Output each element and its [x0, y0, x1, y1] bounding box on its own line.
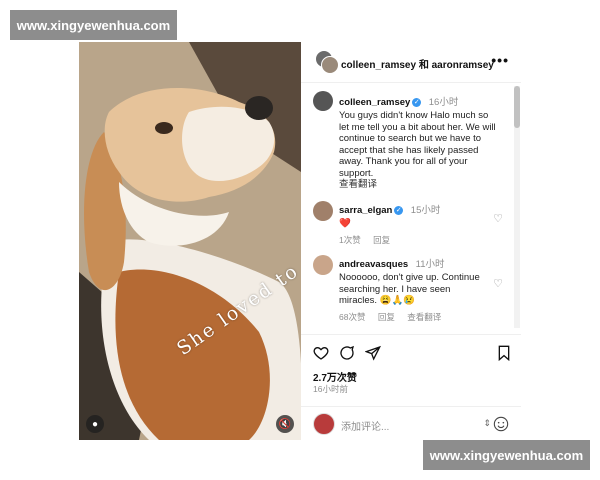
expand-toggle-icon[interactable]: ⇕	[483, 418, 491, 429]
comment-username[interactable]: andreavasques	[339, 259, 408, 270]
comment-text: ❤️	[339, 218, 351, 229]
scrollbar-thumb[interactable]	[514, 86, 520, 128]
comment-username[interactable]: colleen_ramsey	[339, 97, 410, 108]
watermark-bottom: www.xingyewenhua.com	[423, 440, 590, 470]
post-authors[interactable]: colleen_ramsey 和 aaronramsey	[341, 56, 494, 71]
reply-button[interactable]: 回复	[378, 312, 395, 322]
more-icon[interactable]: •••	[491, 52, 509, 68]
translate-link[interactable]: 查看翻译	[339, 179, 499, 191]
comments-scrollbar[interactable]	[514, 86, 520, 328]
watermark-top: www.xingyewenhua.com	[10, 10, 177, 40]
comment-text: Noooooo, don't give up. Continue searchi…	[339, 272, 480, 306]
heart-icon[interactable]	[313, 345, 329, 361]
comment-avatar[interactable]	[313, 255, 333, 275]
reply-button[interactable]: 回复	[373, 235, 390, 245]
user-tag-button[interactable]: ●	[86, 415, 104, 433]
bookmark-icon[interactable]	[497, 345, 511, 361]
comment-item: andreavasques 11小时 Noooooo, don't give u…	[339, 254, 489, 323]
like-comment-heart-icon[interactable]: ♡	[493, 277, 503, 290]
emoji-icon[interactable]	[493, 416, 509, 432]
comment-avatar[interactable]	[313, 201, 333, 221]
post-photo: She loved to sleep!	[79, 42, 301, 440]
comment-likes[interactable]: 68次赞	[339, 312, 365, 322]
comment-text: You guys didn't know Halo much so let me…	[339, 110, 496, 179]
comment-time: 15小时	[410, 205, 441, 216]
comment-meta: 1次赞 回复	[339, 234, 489, 246]
like-count[interactable]: 2.7万次赞	[313, 369, 357, 384]
comment-input[interactable]: 添加评论...	[341, 418, 389, 433]
comment-icon[interactable]	[339, 345, 355, 361]
like-comment-heart-icon[interactable]: ♡	[493, 212, 503, 225]
comment-time: 11小时	[415, 259, 445, 270]
mute-button[interactable]: 🔇	[276, 415, 294, 433]
dog-illustration	[79, 42, 301, 440]
post-header: colleen_ramsey 和 aaronramsey •••	[301, 42, 521, 83]
caption-comment: colleen_ramsey ✓ 16小时 You guys didn't kno…	[339, 92, 499, 191]
comment-avatar[interactable]	[313, 91, 333, 111]
comment-item: sarra_elgan ✓ 15小时 ❤️ 1次赞 回复	[339, 200, 489, 246]
comments-list: colleen_ramsey ✓ 16小时 You guys didn't kno…	[301, 83, 521, 331]
header-avatar-secondary[interactable]	[321, 56, 339, 74]
post-actions: 2.7万次赞 16小时前	[301, 334, 521, 407]
post-time: 16小时前	[313, 384, 348, 394]
verified-icon: ✓	[412, 98, 422, 107]
post-panel: colleen_ramsey 和 aaronramsey ••• colleen…	[301, 42, 521, 440]
add-comment-bar: 添加评论... ⇕	[301, 406, 521, 441]
translate-link[interactable]: 查看翻译	[407, 312, 441, 322]
comment-meta: 68次赞 回复 查看翻译	[339, 311, 489, 323]
mute-icon: 🔇	[278, 418, 292, 430]
share-icon[interactable]	[365, 345, 381, 361]
comment-time: 16小时	[428, 97, 459, 108]
comment-likes[interactable]: 1次赞	[339, 235, 361, 245]
comment-username[interactable]: sarra_elgan	[339, 205, 392, 216]
current-user-avatar	[313, 413, 335, 435]
user-tag-icon: ●	[91, 418, 99, 430]
verified-icon: ✓	[394, 206, 404, 215]
